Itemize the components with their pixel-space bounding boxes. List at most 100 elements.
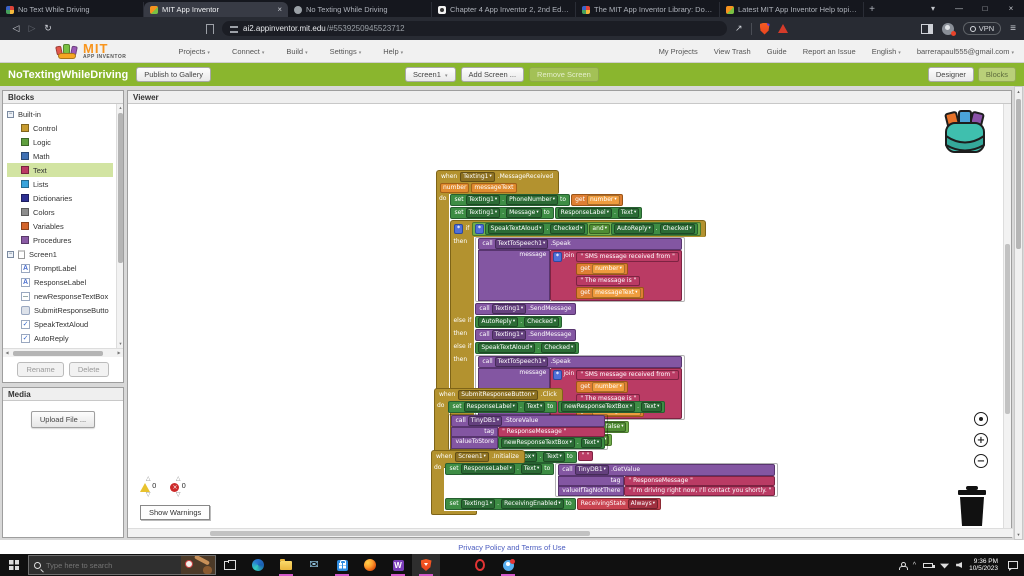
block-part[interactable]: tag: [483, 428, 495, 436]
block-part[interactable]: Texting1 ▾: [465, 208, 501, 218]
block-part[interactable]: when: [438, 391, 456, 399]
block-part[interactable]: " ResponseMessage ": [627, 477, 693, 485]
block-part[interactable]: get: [579, 265, 591, 273]
block-part[interactable]: .: [501, 209, 505, 217]
taskbar-search[interactable]: [28, 555, 216, 575]
block-part[interactable]: .StoreValue: [503, 417, 539, 425]
block-part[interactable]: messageText▾: [592, 288, 641, 298]
profile-avatar[interactable]: [941, 22, 956, 36]
block-part[interactable]: Message ▾: [506, 208, 542, 218]
block-part[interactable]: SpeakTextAloud▾: [487, 224, 545, 234]
block-part[interactable]: call: [481, 358, 493, 366]
privacy-terms-link[interactable]: Privacy Polic­y and Terms of Use: [458, 543, 565, 552]
block-part[interactable]: * join " SMS message received from " get num…: [550, 250, 682, 301]
browser-tab[interactable]: No Texting While Driving: [288, 2, 432, 17]
block-part[interactable]: set: [453, 209, 464, 217]
block-part[interactable]: ResponseLabel ▾. Text ▾: [554, 207, 643, 219]
block-part[interactable]: join: [563, 370, 576, 378]
zoom-in-icon[interactable]: +: [974, 433, 988, 447]
block-part[interactable]: AutoReply ▾. Checked ▾: [610, 223, 698, 235]
tab-search-icon[interactable]: ▾: [920, 0, 946, 17]
menu-settings[interactable]: Settings ▾: [330, 47, 362, 56]
menu-icon[interactable]: ≡: [1010, 23, 1016, 34]
browser-tab[interactable]: Latest MIT App Inventor Help topics -: [720, 2, 864, 17]
block-part[interactable]: when: [435, 453, 453, 461]
link-my-projects[interactable]: My Projects: [659, 47, 698, 56]
palette-item-math[interactable]: Math: [7, 149, 113, 163]
scroll-up-icon[interactable]: ▲: [117, 104, 123, 112]
block-part[interactable]: set: [453, 196, 464, 204]
block-part[interactable]: and ▾: [589, 224, 610, 234]
block-part[interactable]: .SendMessage: [527, 305, 572, 313]
block-part[interactable]: get: [579, 289, 591, 297]
block-part[interactable]: call TinyDB1 ▾ .StoreValue: [451, 415, 606, 427]
block-part[interactable]: call TinyDB1 ▾ .StoreValue tag " ResponseMess…: [448, 414, 609, 450]
block-part[interactable]: to: [543, 465, 551, 473]
block-part[interactable]: valueToStore: [451, 437, 499, 449]
block-part[interactable]: valueIfTagNotThere: [561, 487, 621, 495]
block-part[interactable]: to: [565, 500, 573, 508]
prev-error-icon[interactable]: △: [176, 475, 181, 483]
block-part[interactable]: call: [481, 240, 493, 248]
block-part[interactable]: call TinyDB1 ▾ .GetValue: [558, 464, 776, 476]
block-part[interactable]: Text ▾: [523, 402, 546, 412]
block-part[interactable]: call Texting1 ▾ .SendMessage: [475, 329, 576, 341]
reload-icon[interactable]: ↻: [40, 23, 56, 34]
scroll-down-icon[interactable]: ▼: [117, 340, 123, 348]
designer-view-button[interactable]: Designer: [927, 67, 974, 82]
block-part[interactable]: set: [448, 500, 459, 508]
block-part[interactable]: number ▾: [586, 195, 620, 205]
block-part[interactable]: tag: [451, 427, 499, 437]
block-part[interactable]: " SMS message received from ": [579, 253, 676, 261]
block-part[interactable]: tag: [610, 477, 622, 485]
block-part[interactable]: .Speak: [549, 240, 571, 248]
people-app-icon[interactable]: [494, 554, 522, 576]
block-part[interactable]: tag: [558, 476, 625, 486]
block-part[interactable]: " SMS message received from " get number ▾ "…: [576, 252, 679, 299]
block-part[interactable]: .: [496, 500, 500, 508]
app-inventor-logo[interactable]: MIT APP INVENTOR: [55, 42, 126, 60]
start-button[interactable]: [0, 554, 28, 576]
back-icon[interactable]: ◁: [8, 23, 24, 34]
menu-help[interactable]: Help ▾: [383, 47, 403, 56]
block-part[interactable]: " ResponseMessage ": [498, 427, 606, 437]
block-part[interactable]: .: [576, 439, 580, 447]
block-part[interactable]: call: [454, 417, 466, 425]
block-part[interactable]: PhoneNumber ▾: [506, 195, 559, 205]
block-part[interactable]: messageText: [471, 183, 517, 193]
next-error-icon[interactable]: ▽: [176, 491, 181, 499]
block-part[interactable]: " SMS message received from ": [579, 371, 676, 379]
block-part[interactable]: Text ▾: [617, 208, 640, 218]
viewer-vertical-scrollbar[interactable]: [1003, 104, 1011, 530]
block-group-when-screen1-initialize[interactable]: when Screen1 ▾ .Initialize do set ResponseLabe…: [431, 450, 779, 515]
network-icon[interactable]: [940, 563, 950, 569]
firefox-icon[interactable]: [356, 554, 384, 576]
block-part[interactable]: call TinyDB1 ▾ .GetValue tag " ResponseMessag…: [555, 463, 779, 497]
bookmark-icon[interactable]: [206, 23, 214, 34]
brave-icon[interactable]: [412, 554, 440, 576]
block-part[interactable]: valueToStore: [454, 438, 495, 446]
block-part[interactable]: " The message is ": [579, 277, 637, 285]
trash-can-icon[interactable]: [956, 486, 988, 530]
palette-vertical-scrollbar[interactable]: ▲ ▼: [116, 104, 123, 348]
block-part[interactable]: message: [518, 251, 547, 259]
center-blocks-icon[interactable]: [974, 412, 988, 426]
block-part[interactable]: Checked ▾: [524, 317, 560, 327]
block-part[interactable]: SpeakTextAloud ▾. Checked ▾: [484, 223, 589, 235]
menu-build[interactable]: Build ▾: [286, 47, 307, 56]
block-part[interactable]: number: [440, 183, 470, 193]
block-part[interactable]: .MessageReceived: [497, 173, 555, 181]
block-part[interactable]: " SMS message received from ": [576, 252, 679, 262]
scroll-right-icon[interactable]: ▶: [115, 349, 123, 357]
block-part[interactable]: call: [478, 305, 490, 313]
new-tab-button[interactable]: [864, 2, 880, 17]
minimize-button[interactable]: —: [946, 0, 972, 17]
block-part[interactable]: .: [536, 344, 540, 352]
block-part[interactable]: newResponseTextBox▾: [501, 438, 575, 448]
block-part[interactable]: set Texting1 ▾. PhoneNumber ▾ to: [450, 194, 571, 206]
maximize-button[interactable]: □: [972, 0, 998, 17]
block-part[interactable]: *: [454, 224, 463, 234]
url-bar[interactable]: ai2.appinventor.mit.edu /#55392509455237…: [222, 21, 727, 36]
block-part[interactable]: Text ▾: [641, 402, 663, 412]
block-part[interactable]: ResponseLabel ▾: [460, 464, 515, 474]
